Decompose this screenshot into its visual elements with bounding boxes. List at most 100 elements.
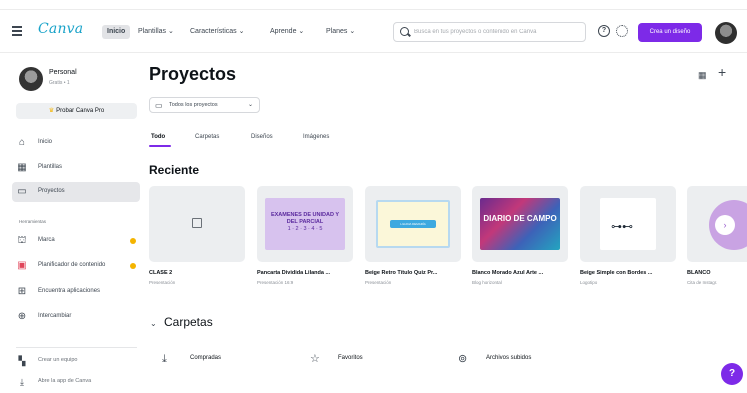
folder-label: Compradas: [190, 355, 222, 361]
presentation-icon: [192, 218, 202, 228]
avatar[interactable]: [715, 22, 737, 44]
sidebar-item-label: Proyectos: [38, 188, 65, 194]
tab-disenos[interactable]: Diseños: [251, 134, 273, 140]
design-thumbnail[interactable]: ›: [687, 186, 747, 262]
team-icon: ▚: [18, 356, 26, 366]
gear-icon[interactable]: [616, 25, 628, 37]
folder-dropdown-label: Todos los proyectos: [169, 102, 218, 108]
crown-icon: ♛: [48, 108, 55, 114]
account-subtitle: Gratis • 1: [49, 80, 70, 86]
try-pro-button[interactable]: ♛ Probar Canva Pro: [16, 103, 137, 119]
tab-imagenes[interactable]: Imágenes: [303, 134, 329, 140]
star-icon: ☆: [310, 353, 320, 365]
thumbnail-exam: EXAMENES DE UNIDAD Y DEL PARCIAL 1 · 2 · …: [265, 198, 345, 250]
sidebar: Personal Gratis • 1 ♛ Probar Canva Pro ⌂ …: [0, 54, 145, 393]
nav-aprende[interactable]: Aprende ⌄: [270, 25, 304, 39]
active-tab-indicator: [149, 145, 171, 147]
folder-archivos-subidos[interactable]: ⊚ Archivos subidos: [448, 349, 588, 371]
create-design-button[interactable]: Crea un diseño: [638, 23, 702, 42]
chevron-down-icon[interactable]: ⌄: [150, 319, 157, 328]
design-type: Presentación: [365, 280, 392, 285]
sidebar-item-label: Intercambiar: [38, 313, 72, 319]
sidebar-item-create-team[interactable]: ▚ Crear un equipo: [14, 353, 142, 369]
design-thumbnail[interactable]: ⊶⊷: [580, 186, 676, 262]
design-thumbnail[interactable]: DIARIO DE CAMPO: [472, 186, 568, 262]
sidebar-item-proyectos[interactable]: ▭ Proyectos: [12, 182, 140, 202]
design-type: Blog horizontal: [472, 280, 502, 285]
nav-plantillas[interactable]: Plantillas ⌄: [138, 25, 174, 39]
profile-avatar[interactable]: [19, 67, 43, 91]
nav-inicio[interactable]: Inicio: [102, 25, 131, 39]
folder-compradas[interactable]: ⤓ Compradas: [152, 349, 292, 371]
chevron-down-icon: ⌄: [247, 102, 253, 108]
design-type: Logotipo: [580, 280, 598, 285]
sidebar-item-label: Plantillas: [38, 164, 63, 170]
templates-icon: ▦: [17, 162, 27, 173]
sidebar-item-label: Marca: [38, 237, 55, 243]
tab-carpetas[interactable]: Carpetas: [195, 134, 219, 140]
account-name[interactable]: Personal: [49, 69, 77, 76]
download-icon: ⤓: [162, 353, 167, 365]
sidebar-item-label: Abre la app de Canva: [38, 378, 92, 384]
hamburger-menu-icon[interactable]: [12, 26, 22, 36]
sidebar-item-intercambiar[interactable]: ⊕ Intercambiar: [12, 307, 140, 327]
nav-planes[interactable]: Planes ⌄: [326, 25, 355, 39]
design-name: BLANCO: [687, 270, 711, 276]
sidebar-item-apps[interactable]: ⊞ Encuentra aplicaciones: [12, 282, 140, 302]
folder-label: Favoritos: [338, 355, 363, 361]
design-name: Beige Simple con Bordes ...: [580, 270, 653, 276]
sidebar-item-download-app[interactable]: ⤓ Abre la app de Canva: [14, 374, 142, 390]
design-name: Pancarta Dividida Lilanda ...: [257, 270, 331, 276]
add-icon[interactable]: +: [718, 65, 726, 79]
sidebar-item-marca[interactable]: ⛫ Marca: [12, 231, 140, 251]
home-icon: ⌂: [18, 137, 26, 148]
globe-icon: ⊕: [17, 311, 27, 322]
help-fab-button[interactable]: ?: [721, 363, 743, 385]
tools-section-label: Herramientas: [19, 219, 47, 224]
design-name: Beige Retro Título Quiz Pr...: [365, 270, 438, 276]
folder-favoritos[interactable]: ☆ Favoritos: [300, 349, 440, 371]
brand-icon: ⛫: [17, 235, 27, 246]
sidebar-item-label: Encuentra aplicaciones: [38, 288, 101, 294]
folder-dropdown[interactable]: ▭ Todos los proyectos ⌄: [149, 97, 260, 113]
thumbnail-logo: ⊶⊷: [600, 198, 656, 250]
sidebar-item-label: Inicio: [38, 139, 53, 145]
sidebar-item-label: Crear un equipo: [38, 357, 78, 363]
sidebar-item-label: Planificador de contenido: [38, 262, 106, 268]
folder-icon: ▭: [17, 186, 27, 197]
sidebar-item-planificador[interactable]: ▣ Planificador de contenido: [12, 256, 140, 276]
top-bar: Canva Inicio Plantillas ⌄ Característica…: [0, 9, 747, 53]
thumbnail-exam-text: EXAMENES DE UNIDAD Y DEL PARCIAL: [270, 212, 340, 225]
tab-todo[interactable]: Todo: [151, 134, 165, 140]
next-arrow-icon[interactable]: ›: [715, 215, 735, 235]
help-icon[interactable]: ?: [598, 25, 610, 37]
try-pro-label: Probar Canva Pro: [56, 108, 105, 114]
folders-title: Carpetas: [164, 315, 213, 329]
design-thumbnail[interactable]: EXAMENES DE UNIDAD Y DEL PARCIAL 1 · 2 · …: [257, 186, 353, 262]
apps-icon: ⊞: [17, 286, 27, 297]
design-name: CLASE 2: [149, 270, 173, 276]
sidebar-item-plantillas[interactable]: ▦ Plantillas: [12, 158, 140, 178]
design-thumbnail[interactable]: LILIANA DEMARÍA: [365, 186, 461, 262]
page-title: Proyectos: [149, 64, 237, 84]
search-input[interactable]: [414, 26, 582, 38]
thumbnail-exam-subtext: 1 · 2 · 3 · 4 · 5: [287, 226, 323, 232]
design-type: Presentación: [149, 280, 176, 285]
glasses-icon: ⊶⊷: [611, 221, 633, 233]
folder-icon: ▭: [155, 101, 163, 110]
canva-logo[interactable]: Canva: [38, 21, 83, 37]
recent-title: Reciente: [149, 163, 200, 177]
sidebar-item-inicio[interactable]: ⌂ Inicio: [12, 133, 140, 153]
calendar-icon: ▣: [17, 260, 27, 271]
nav-caracteristicas[interactable]: Características ⌄: [190, 25, 245, 39]
design-thumbnail[interactable]: [149, 186, 245, 262]
design-name: Blanco Morado Azul Arte ...: [472, 270, 544, 276]
pro-badge-icon: [130, 263, 136, 269]
grid-view-icon[interactable]: ▦: [698, 70, 707, 81]
thumbnail-instagram: ›: [709, 200, 747, 250]
folder-label: Archivos subidos: [486, 355, 532, 361]
sidebar-divider: [16, 347, 137, 348]
search-box[interactable]: [393, 22, 586, 42]
upload-icon: ⊚: [458, 353, 468, 365]
design-type: Presentación 16:9: [257, 280, 294, 285]
